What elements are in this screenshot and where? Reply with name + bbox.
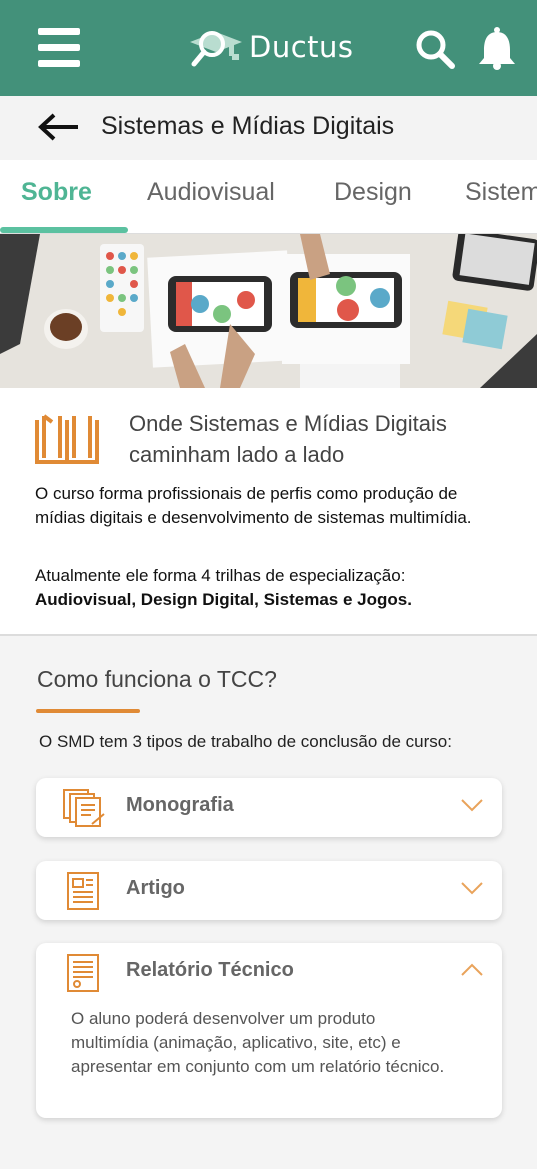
active-tab-indicator xyxy=(0,227,128,233)
tcc-section-title: Como funciona o TCC? xyxy=(37,666,277,692)
chevron-up-icon[interactable] xyxy=(460,961,484,979)
intro-section: Onde Sistemas e Mídias Digitais caminham… xyxy=(0,388,537,636)
bell-icon[interactable] xyxy=(476,26,518,70)
tab-audiovisual[interactable]: Audiovisual xyxy=(147,178,275,207)
open-book-icon xyxy=(35,414,99,464)
intro-specializations: Atualmente ele forma 4 trilhas de especi… xyxy=(35,564,505,612)
chevron-down-icon[interactable] xyxy=(460,879,484,897)
app-bar: Ductus xyxy=(0,0,537,96)
tab-design[interactable]: Design xyxy=(334,178,412,207)
app-brand: Ductus xyxy=(249,30,354,64)
chevron-down-icon[interactable] xyxy=(460,796,484,814)
intro-paragraph: O curso forma profissionais de perfis co… xyxy=(35,484,472,527)
tcc-description: O SMD tem 3 tipos de trabalho de conclus… xyxy=(39,732,452,751)
accordion-monografia[interactable]: Monografia xyxy=(36,778,502,837)
menu-icon[interactable] xyxy=(38,28,82,68)
accordion-artigo[interactable]: Artigo xyxy=(36,861,502,920)
specializations-list: Audiovisual, Design Digital, Sistemas e … xyxy=(35,590,412,609)
tab-sistemas[interactable]: Sistem xyxy=(465,178,537,207)
specializations-lead: Atualmente ele forma 4 trilhas de especi… xyxy=(35,566,406,585)
hero-image xyxy=(0,234,537,388)
article-icon xyxy=(67,872,99,910)
search-icon[interactable] xyxy=(414,28,456,70)
tab-sobre[interactable]: Sobre xyxy=(21,178,92,207)
section-title-underline xyxy=(36,709,140,713)
back-arrow-icon[interactable] xyxy=(36,112,80,142)
accordion-label: Relatório Técnico xyxy=(126,959,294,981)
ductus-logo-icon xyxy=(190,31,242,67)
accordion-body: O aluno poderá desenvolver um produto mu… xyxy=(71,1009,445,1076)
page-header: Sistemas e Mídias Digitais xyxy=(0,96,537,160)
accordion-label: Artigo xyxy=(126,877,185,899)
tab-bar: Sobre Audiovisual Design Sistem xyxy=(0,160,537,234)
intro-title: Onde Sistemas e Mídias Digitais caminham… xyxy=(129,411,447,467)
accordion-label: Monografia xyxy=(126,794,234,816)
accordion-relatorio-tecnico[interactable]: Relatório Técnico O aluno poderá desenvo… xyxy=(36,943,502,1118)
report-icon xyxy=(67,954,99,992)
documents-icon xyxy=(63,789,105,827)
page-title: Sistemas e Mídias Digitais xyxy=(101,112,395,140)
